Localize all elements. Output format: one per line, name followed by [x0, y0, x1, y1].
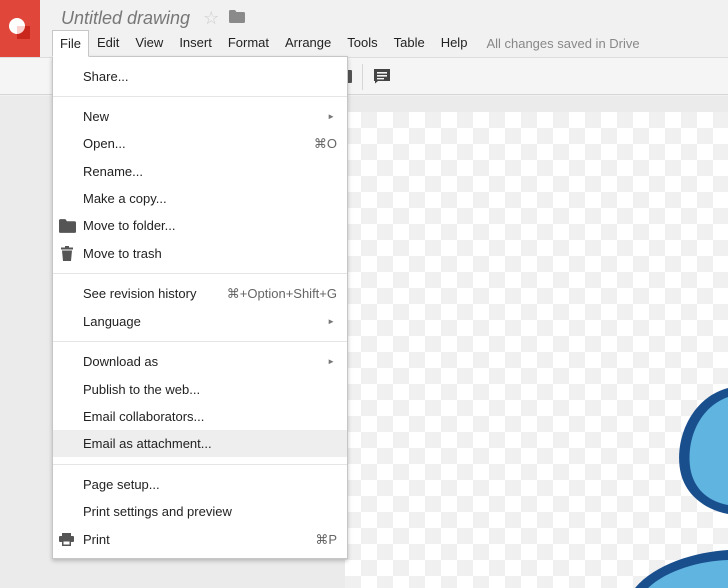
menu-share-label: Share...	[83, 69, 129, 84]
comment-icon[interactable]	[373, 68, 391, 87]
revision-history-shortcut: ⌘+Option+Shift+G	[226, 286, 337, 301]
menu-open[interactable]: Open... ⌘O	[53, 130, 347, 157]
save-status: All changes saved in Drive	[486, 35, 640, 51]
menu-new-label: New	[83, 109, 110, 124]
printer-icon	[59, 526, 74, 553]
menu-separator	[53, 96, 347, 97]
folder-icon[interactable]	[229, 10, 246, 26]
menu-rename[interactable]: Rename...	[53, 158, 347, 185]
menu-separator	[53, 273, 347, 274]
print-shortcut: ⌘P	[315, 532, 337, 547]
menu-revision-history-label: See revision history	[83, 286, 197, 301]
menu-view[interactable]: View	[127, 30, 171, 56]
menu-email-attachment[interactable]: Email as attachment...	[53, 430, 347, 457]
drawings-logo-icon	[9, 18, 30, 39]
menu-insert[interactable]: Insert	[171, 30, 220, 56]
menu-table[interactable]: Table	[386, 30, 433, 56]
menu-share[interactable]: Share...	[53, 63, 347, 90]
folder-icon	[59, 212, 76, 239]
menu-language[interactable]: Language ►	[53, 308, 347, 335]
menu-download-as[interactable]: Download as ►	[53, 348, 347, 375]
menu-separator	[53, 341, 347, 342]
menu-email-attachment-label: Email as attachment...	[83, 436, 212, 451]
drawing-shape[interactable]	[345, 112, 728, 588]
toolbar-divider	[362, 64, 363, 90]
submenu-arrow-icon: ►	[327, 317, 335, 326]
file-menu: Share... New ► Open... ⌘O Rename... Make a…	[52, 56, 348, 559]
trash-icon	[61, 240, 73, 267]
submenu-arrow-icon: ►	[327, 112, 335, 121]
menu-arrange[interactable]: Arrange	[277, 30, 339, 56]
menu-move-to-trash[interactable]: Move to trash	[53, 240, 347, 267]
menu-move-to-folder-label: Move to folder...	[83, 218, 176, 233]
menu-edit[interactable]: Edit	[89, 30, 127, 56]
menu-page-setup[interactable]: Page setup...	[53, 471, 347, 498]
menu-file[interactable]: File	[52, 29, 89, 57]
menu-language-label: Language	[83, 314, 141, 329]
menu-print[interactable]: Print ⌘P	[53, 526, 347, 553]
open-shortcut: ⌘O	[313, 136, 337, 151]
menu-page-setup-label: Page setup...	[83, 477, 160, 492]
menu-move-to-folder[interactable]: Move to folder...	[53, 212, 347, 239]
menu-make-copy[interactable]: Make a copy...	[53, 185, 347, 212]
menu-email-collaborators-label: Email collaborators...	[83, 409, 205, 424]
menu-publish[interactable]: Publish to the web...	[53, 376, 347, 403]
menu-separator	[53, 464, 347, 465]
menu-move-to-trash-label: Move to trash	[83, 246, 162, 261]
drawing-canvas[interactable]	[345, 112, 728, 588]
menu-new[interactable]: New ►	[53, 103, 347, 130]
menu-open-label: Open...	[83, 136, 126, 151]
menu-bar: File Edit View Insert Format Arrange Too…	[52, 29, 640, 57]
drawings-logo[interactable]	[0, 0, 40, 57]
title-row: Untitled drawing ☆	[61, 7, 246, 29]
menu-revision-history[interactable]: See revision history ⌘+Option+Shift+G	[53, 280, 347, 307]
menu-rename-label: Rename...	[83, 164, 143, 179]
menu-print-label: Print	[83, 532, 110, 547]
menu-print-settings-label: Print settings and preview	[83, 504, 232, 519]
menu-publish-label: Publish to the web...	[83, 382, 201, 397]
menu-email-collaborators[interactable]: Email collaborators...	[53, 403, 347, 430]
menu-download-as-label: Download as	[83, 354, 159, 369]
menu-help[interactable]: Help	[433, 30, 476, 56]
menu-format[interactable]: Format	[220, 30, 277, 56]
menu-make-copy-label: Make a copy...	[83, 191, 167, 206]
submenu-arrow-icon: ►	[327, 357, 335, 366]
document-title[interactable]: Untitled drawing	[61, 8, 190, 29]
star-icon[interactable]: ☆	[203, 9, 219, 27]
menu-tools[interactable]: Tools	[339, 30, 385, 56]
menu-print-settings[interactable]: Print settings and preview	[53, 498, 347, 525]
